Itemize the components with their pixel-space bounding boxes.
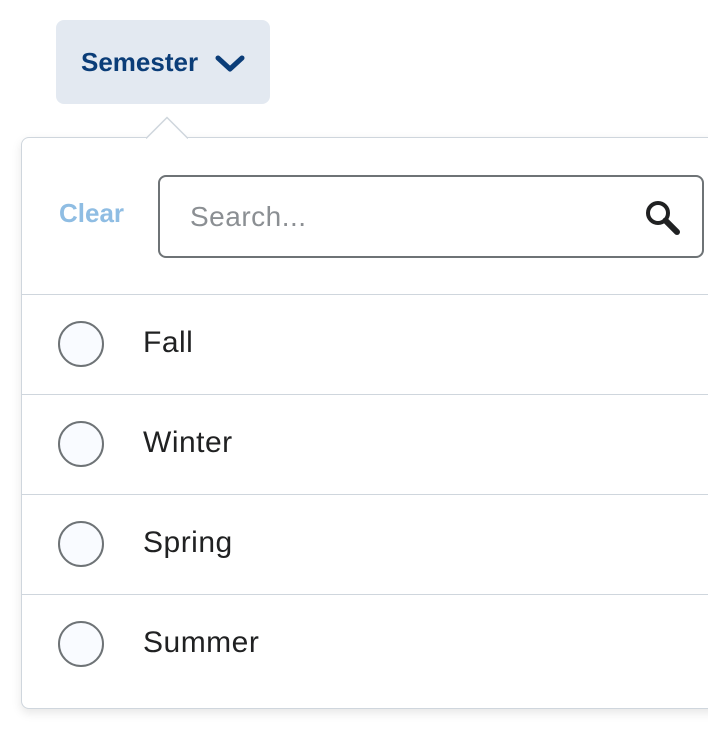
radio-button[interactable] (58, 321, 104, 367)
radio-button[interactable] (58, 521, 104, 567)
search-input[interactable] (160, 177, 630, 256)
option-winter[interactable]: Winter (22, 395, 708, 495)
semester-filter-label: Semester (81, 47, 199, 77)
semester-filter-button[interactable]: Semester (56, 20, 270, 104)
option-label: Summer (143, 626, 260, 659)
option-spring[interactable]: Spring (22, 495, 708, 595)
radio-button[interactable] (58, 421, 104, 467)
dropdown-caret (146, 116, 188, 140)
filter-dropdown: Clear Fall Winter Spring (21, 137, 708, 709)
option-fall[interactable]: Fall (22, 295, 708, 395)
options-list: Fall Winter Spring Summer (22, 295, 708, 695)
dropdown-header: Clear (22, 138, 708, 295)
option-summer[interactable]: Summer (22, 595, 708, 695)
search-box (158, 175, 704, 258)
chevron-down-icon (215, 55, 245, 72)
option-label: Spring (143, 526, 233, 559)
option-label: Fall (143, 326, 194, 359)
search-icon[interactable] (644, 199, 682, 237)
clear-button[interactable]: Clear (59, 200, 124, 226)
semester-filter: Semester Clear Fall Wint (0, 0, 708, 730)
option-label: Winter (143, 426, 233, 459)
radio-button[interactable] (58, 621, 104, 667)
